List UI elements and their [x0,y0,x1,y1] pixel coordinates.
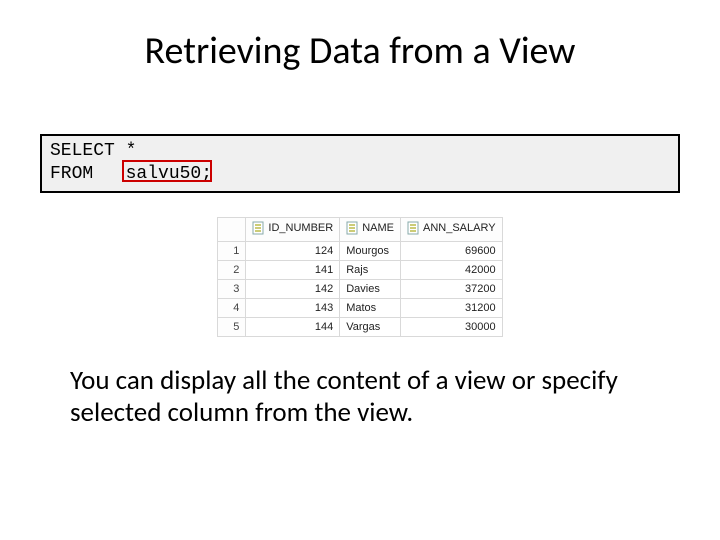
table-row: 2 141 Rajs 42000 [218,261,502,280]
result-grid-wrap: ID_NUMBER NAME ANN_SALARY [40,217,680,337]
table-row: 3 142 Davies 37200 [218,280,502,299]
header-name: NAME [340,218,401,242]
code-line-1: SELECT * [50,140,670,163]
header-ann-salary: ANN_SALARY [401,218,503,242]
code-line-2: FROM salvu50; [50,163,670,186]
table-row: 1 124 Mourgos 69600 [218,242,502,261]
slide: Retrieving Data from a View SELECT * FRO… [0,0,720,540]
column-icon [407,221,419,235]
table-row: 5 144 Vargas 30000 [218,318,502,337]
body-text: You can display all the content of a vie… [70,365,650,430]
table-body: 1 124 Mourgos 69600 2 141 Rajs 42000 3 1… [218,242,502,337]
header-id-number: ID_NUMBER [246,218,340,242]
column-icon [252,221,264,235]
table-header-row: ID_NUMBER NAME ANN_SALARY [218,218,502,242]
header-blank [218,218,246,242]
slide-title: Retrieving Data from a View [40,28,680,74]
result-table: ID_NUMBER NAME ANN_SALARY [217,217,502,337]
table-row: 4 143 Matos 31200 [218,299,502,318]
sql-code-box: SELECT * FROM salvu50; [40,134,680,193]
column-icon [346,221,358,235]
